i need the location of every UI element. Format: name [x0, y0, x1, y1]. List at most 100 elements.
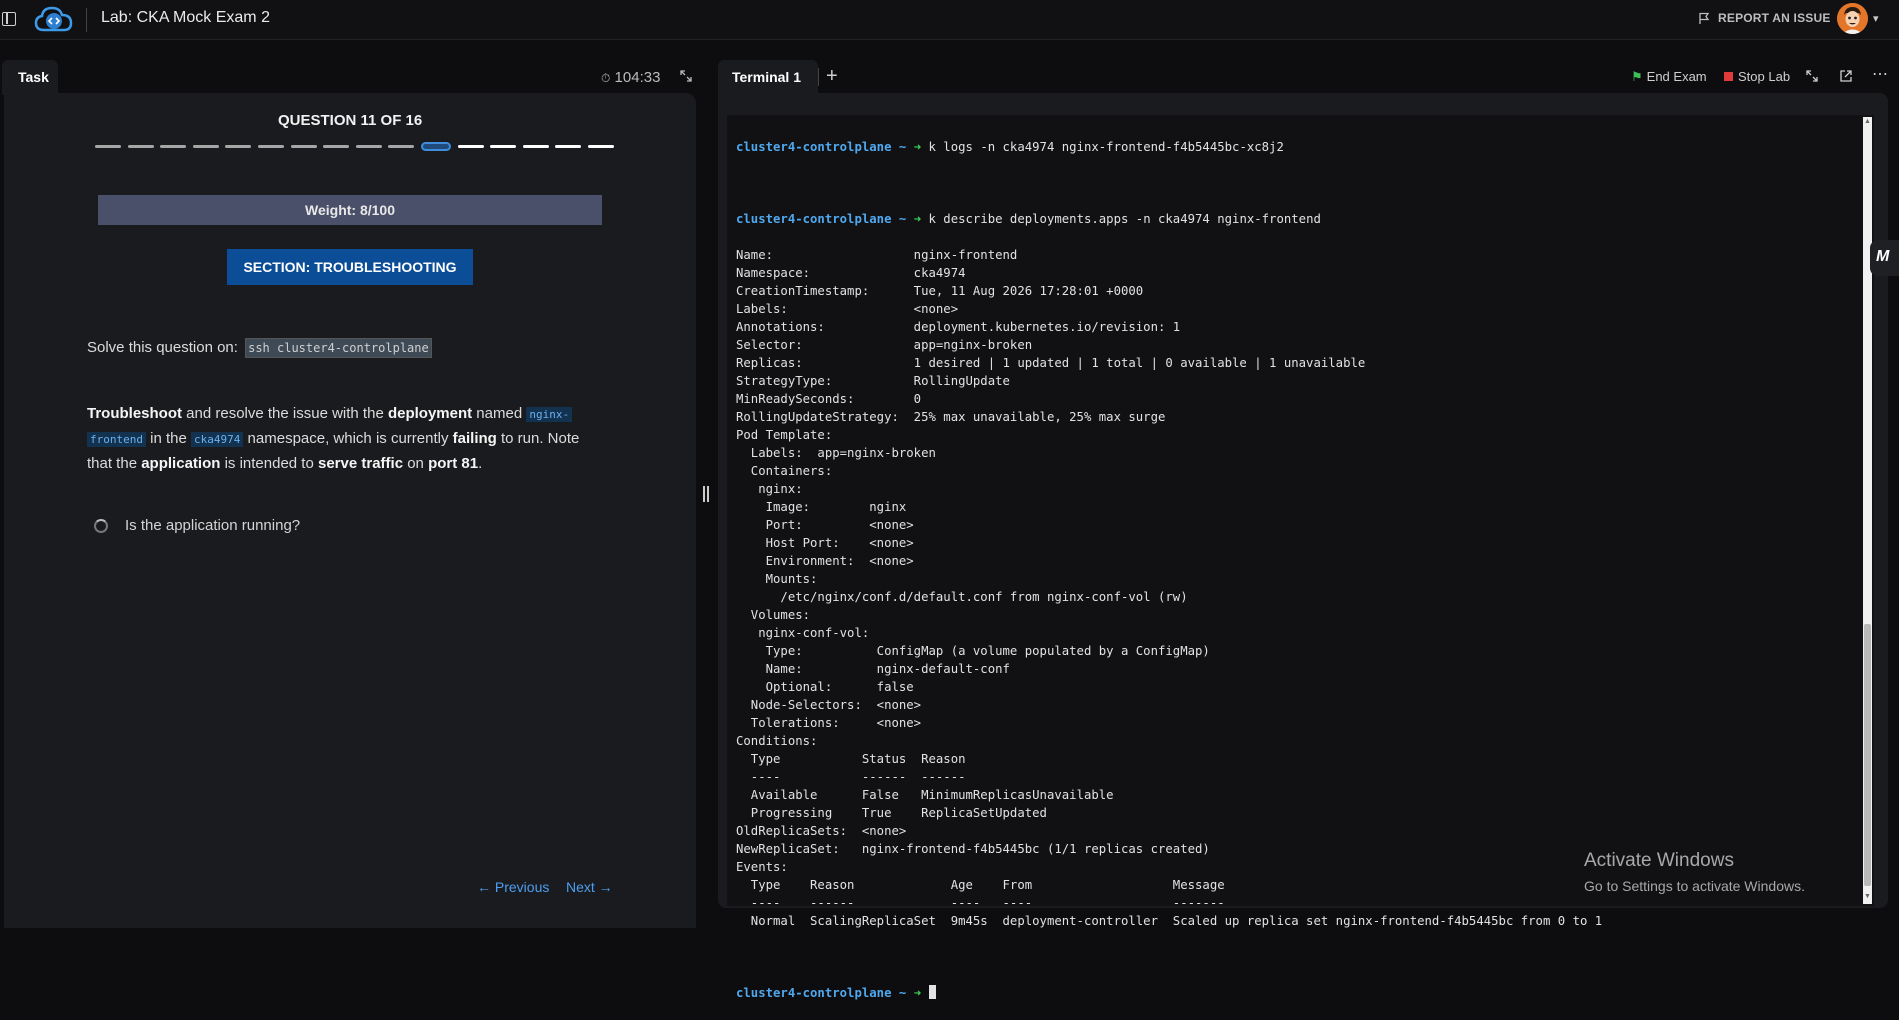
terminal-output-line: Tolerations: <none> — [736, 716, 922, 730]
question-title: QUESTION 11 OF 16 — [278, 112, 423, 129]
command-text: k logs -n cka4974 nginx-frontend-f4b5445… — [928, 140, 1284, 154]
terminal-output-line: Host Port: <none> — [736, 536, 914, 550]
stop-lab-button[interactable]: Stop Lab — [1724, 69, 1790, 84]
progress-step[interactable] — [522, 145, 549, 148]
terminal-output: cluster4-controlplane ~ ➜ k logs -n cka4… — [736, 120, 1602, 1020]
terminal-output-line: Name: nginx-default-conf — [736, 662, 1010, 676]
terminal-output-line: Name: nginx-frontend — [736, 248, 1018, 262]
terminal-output-line: nginx-conf-vol: — [736, 626, 870, 640]
tab-divider — [818, 68, 819, 86]
terminal-output-line: Port: <none> — [736, 518, 914, 532]
desc-part: on — [403, 455, 429, 472]
timer-icon: ⏱ — [601, 71, 611, 85]
scroll-down-icon[interactable]: ▼ — [1864, 893, 1871, 900]
terminal-output-line: NewReplicaSet: nginx-frontend-f4b5445bc … — [736, 842, 1210, 856]
ssh-command[interactable]: ssh cluster4-controlplane — [245, 338, 432, 358]
namespace-code: cka4974 — [191, 432, 244, 447]
progress-step-current[interactable] — [420, 142, 451, 151]
terminal-output-line: Available False MinimumReplicasUnavailab… — [736, 788, 1114, 802]
activate-subtitle: Go to Settings to activate Windows. — [1584, 878, 1805, 894]
sidebar-toggle-icon[interactable] — [2, 12, 16, 26]
panel-resize-handle[interactable] — [702, 486, 710, 502]
terminal-output-line: Volumes: — [736, 608, 811, 622]
terminal-output-line: Progressing True ReplicaSetUpdated — [736, 806, 1047, 820]
terminal-output-line: nginx: — [736, 482, 803, 496]
terminal-output-line: Events: — [736, 860, 788, 874]
terminal-output-line: StrategyType: RollingUpdate — [736, 374, 1010, 388]
terminal-cursor — [928, 985, 936, 999]
progress-step[interactable] — [257, 145, 284, 148]
terminal-output-line: Containers: — [736, 464, 833, 478]
next-button[interactable]: Next → — [566, 879, 613, 895]
expand-icon[interactable] — [680, 70, 692, 82]
prompt-host: cluster4-controlplane ~ — [736, 986, 907, 1000]
flag-icon: ⚑ — [1631, 69, 1643, 84]
terminal-scrollbar-thumb[interactable] — [1864, 624, 1871, 886]
tab-task[interactable]: Task — [2, 60, 58, 95]
side-widget-logo: M — [1876, 248, 1890, 265]
add-tab-icon[interactable]: + — [826, 65, 838, 88]
end-exam-button[interactable]: ⚑ End Exam — [1631, 69, 1707, 85]
desc-part: Troubleshoot — [87, 405, 182, 422]
check-status-icon — [94, 519, 108, 533]
terminal-output-line: Selector: app=nginx-broken — [736, 338, 1033, 352]
windows-activation-watermark: Activate Windows Go to Settings to activ… — [1584, 850, 1805, 894]
activate-title: Activate Windows — [1584, 850, 1734, 871]
desc-part: serve traffic — [317, 455, 404, 472]
previous-button[interactable]: ← Previous — [477, 879, 549, 895]
more-options-icon[interactable]: ⋯ — [1872, 64, 1888, 84]
prompt-arrow: ➜ — [913, 140, 922, 154]
prompt-host: cluster4-controlplane ~ — [736, 140, 907, 154]
terminal-output-line: Labels: app=nginx-broken — [736, 446, 936, 460]
logo-icon — [34, 6, 73, 32]
terminal-output-line: Mounts: — [736, 572, 818, 586]
solve-on-text: Solve this question on: ssh cluster4-con… — [87, 338, 432, 358]
progress-step[interactable] — [355, 145, 382, 148]
stop-icon — [1724, 72, 1733, 81]
progress-step[interactable] — [490, 145, 517, 148]
tab-terminal-label: Terminal 1 — [732, 69, 801, 85]
side-widget-button[interactable]: M — [1870, 240, 1899, 276]
report-issue-label: REPORT AN ISSUE — [1718, 11, 1831, 25]
solve-prefix: Solve this question on: — [87, 339, 238, 356]
lab-title: Lab: CKA Mock Exam 2 — [101, 9, 270, 26]
fullscreen-icon[interactable] — [1806, 70, 1818, 82]
progress-step[interactable] — [127, 145, 154, 148]
progress-step[interactable] — [555, 145, 582, 148]
terminal-output-line: Namespace: cka4974 — [736, 266, 966, 280]
progress-step[interactable] — [388, 145, 415, 148]
progress-step[interactable] — [587, 145, 614, 148]
prompt-arrow: ➜ — [913, 212, 922, 226]
progress-step[interactable] — [323, 145, 350, 148]
deployment-name-code: nginx- — [526, 407, 573, 422]
progress-step[interactable] — [290, 145, 317, 148]
terminal-output-line: OldReplicaSets: <none> — [736, 824, 907, 838]
terminal-output-line: Replicas: 1 desired | 1 updated | 1 tota… — [736, 356, 1366, 370]
progress-step[interactable] — [457, 145, 484, 148]
stop-lab-label: Stop Lab — [1738, 69, 1791, 84]
progress-step[interactable] — [225, 145, 252, 148]
progress-step[interactable] — [160, 145, 187, 148]
prompt-host: cluster4-controlplane ~ — [736, 212, 907, 226]
avatar-face-icon — [1837, 3, 1868, 34]
tab-terminal-1[interactable]: Terminal 1 — [718, 60, 818, 95]
terminal-output-line: MinReadySeconds: 0 — [736, 392, 922, 406]
scroll-up-icon[interactable]: ▲ — [1864, 118, 1871, 125]
report-issue-button[interactable]: REPORT AN ISSUE — [1698, 11, 1831, 25]
avatar[interactable] — [1837, 3, 1868, 34]
terminal-output-line: CreationTimestamp: Tue, 11 Aug 2026 17:2… — [736, 284, 1144, 298]
terminal-output-line: Normal ScalingReplicaSet 9m45s deploymen… — [736, 914, 1603, 928]
desc-part: failing — [452, 430, 497, 447]
header-divider — [86, 8, 87, 32]
progress-step[interactable] — [192, 145, 219, 148]
top-bar: Lab: CKA Mock Exam 2 REPORT AN ISSUE ▾ — [0, 0, 1899, 40]
terminal-output-line: /etc/nginx/conf.d/default.conf from ngin… — [736, 590, 1188, 604]
desc-part: . — [478, 455, 483, 472]
chevron-down-icon[interactable]: ▾ — [1873, 12, 1879, 25]
describe-output: Name: nginx-frontend Namespace: cka4974 Cr… — [736, 246, 1602, 930]
desc-part: and resolve the issue with the — [182, 405, 388, 422]
end-exam-label: End Exam — [1646, 69, 1707, 84]
progress-step[interactable] — [95, 145, 121, 148]
external-link-icon[interactable] — [1839, 69, 1853, 83]
